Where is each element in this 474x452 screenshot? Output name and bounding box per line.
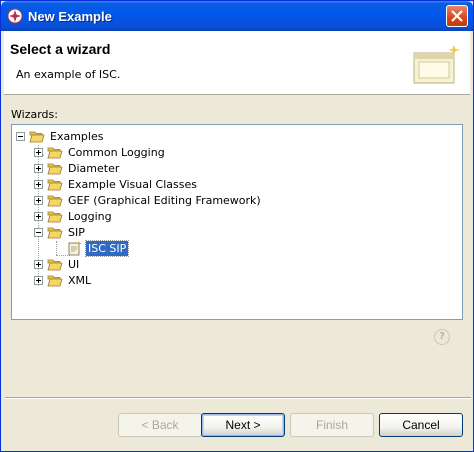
tree-item-label: Logging bbox=[68, 209, 112, 223]
back-button[interactable]: < Back bbox=[118, 413, 202, 437]
window-title: New Example bbox=[28, 9, 112, 24]
close-button[interactable] bbox=[446, 5, 468, 27]
tree-item-xml[interactable]: XML bbox=[34, 272, 93, 288]
tree-item-label: GEF (Graphical Editing Framework) bbox=[68, 193, 261, 207]
wizard-banner: Select a wizard An example of ISC. bbox=[4, 31, 470, 95]
tree-item-label: ISC SIP bbox=[84, 239, 130, 257]
help-icon[interactable]: ? bbox=[434, 329, 450, 345]
tree-item-example-visual-classes[interactable]: Example Visual Classes bbox=[34, 176, 199, 192]
tree-item-sip[interactable]: SIP bbox=[34, 224, 87, 240]
next-button[interactable]: Next > bbox=[201, 413, 285, 437]
wizard-tree[interactable]: Examples Common Logging Diameter Example… bbox=[11, 124, 463, 320]
folder-icon bbox=[47, 195, 63, 206]
collapse-icon[interactable] bbox=[34, 227, 43, 237]
folder-open-icon bbox=[47, 227, 63, 238]
new-example-dialog: New Example Select a wizard An example o… bbox=[0, 0, 474, 452]
banner-title: Select a wizard bbox=[10, 41, 111, 57]
title-bar[interactable]: New Example bbox=[1, 1, 473, 31]
folder-icon bbox=[47, 179, 63, 190]
folder-icon bbox=[47, 147, 63, 158]
wizard-banner-icon bbox=[413, 45, 460, 84]
expand-icon[interactable] bbox=[34, 259, 43, 269]
tree-item-label: Examples bbox=[50, 129, 104, 143]
folder-icon bbox=[47, 275, 63, 286]
tree-item-diameter[interactable]: Diameter bbox=[34, 160, 121, 176]
tree-item-gef[interactable]: GEF (Graphical Editing Framework) bbox=[34, 192, 263, 208]
finish-button[interactable]: Finish bbox=[290, 413, 374, 437]
app-icon bbox=[7, 8, 23, 24]
button-bar-separator bbox=[5, 397, 471, 399]
collapse-icon[interactable] bbox=[16, 131, 25, 141]
folder-icon bbox=[47, 211, 63, 222]
folder-icon bbox=[47, 259, 63, 270]
tree-item-label: UI bbox=[68, 257, 80, 271]
folder-open-icon bbox=[29, 131, 45, 142]
folder-icon bbox=[47, 163, 63, 174]
expand-icon[interactable] bbox=[34, 195, 43, 205]
tree-item-ui[interactable]: UI bbox=[34, 256, 81, 272]
wizard-item-icon bbox=[68, 241, 82, 256]
expand-icon[interactable] bbox=[34, 179, 43, 189]
close-icon bbox=[451, 10, 463, 22]
expand-icon[interactable] bbox=[34, 211, 43, 221]
tree-item-label: Common Logging bbox=[68, 145, 165, 159]
cancel-button[interactable]: Cancel bbox=[379, 413, 463, 437]
tree-item-label: XML bbox=[68, 273, 92, 287]
expand-icon[interactable] bbox=[34, 275, 43, 285]
tree-item-logging[interactable]: Logging bbox=[34, 208, 114, 224]
wizards-label: Wizards: bbox=[11, 108, 58, 121]
expand-icon[interactable] bbox=[34, 163, 43, 173]
expand-icon[interactable] bbox=[34, 147, 43, 157]
tree-item-label: Example Visual Classes bbox=[68, 177, 197, 191]
banner-description: An example of ISC. bbox=[16, 68, 121, 81]
tree-item-label: SIP bbox=[68, 225, 85, 239]
tree-item-examples[interactable]: Examples bbox=[16, 128, 105, 144]
tree-item-label: Diameter bbox=[68, 161, 120, 175]
tree-item-common-logging[interactable]: Common Logging bbox=[34, 144, 167, 160]
tree-item-isc-sip[interactable]: ISC SIP bbox=[67, 239, 130, 257]
